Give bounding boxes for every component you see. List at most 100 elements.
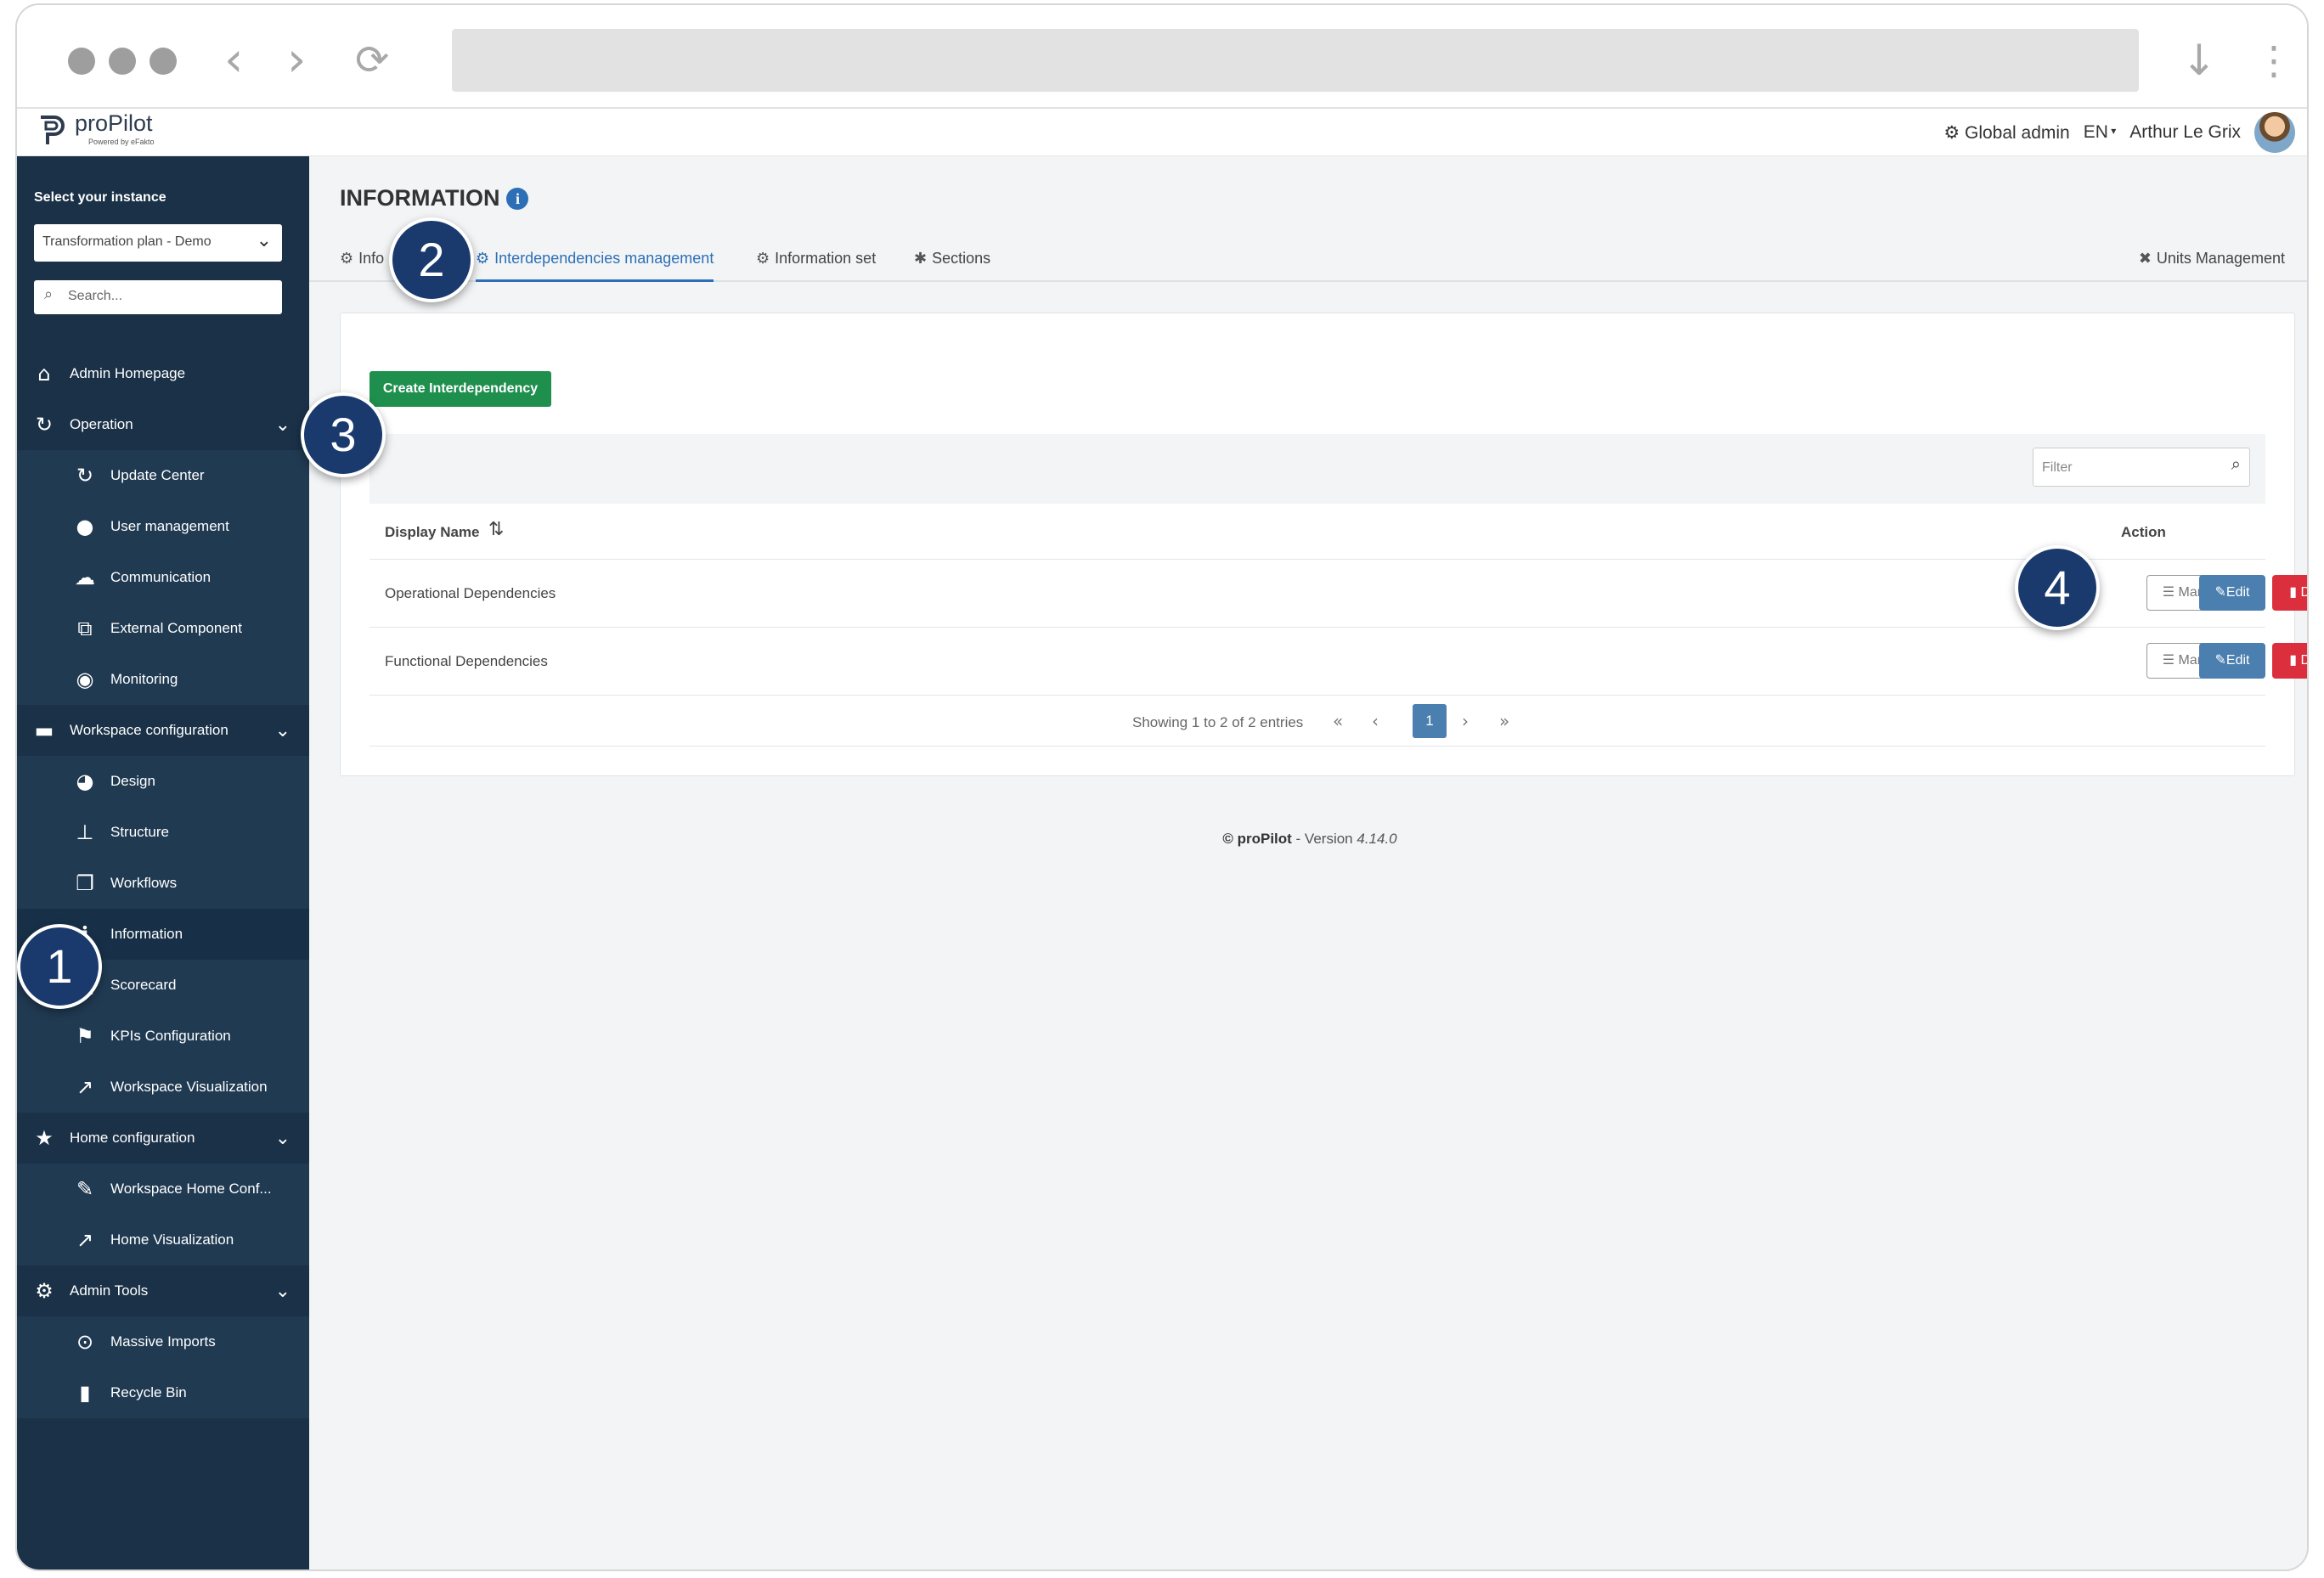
tab-label: Units Management (2156, 250, 2285, 267)
edit-button[interactable]: ✎Edit (2199, 643, 2265, 679)
page-number-current[interactable]: 1 (1413, 704, 1447, 738)
instance-title: Select your instance (34, 190, 166, 205)
page-title-text: INFORMATION (340, 185, 500, 211)
sidebar-item-monitoring[interactable]: ◉ Monitoring (17, 654, 309, 705)
sidebar-item-kpis-configuration[interactable]: ⚑ KPIs Configuration (17, 1011, 309, 1062)
column-header-display-name[interactable]: Display Name (385, 524, 480, 541)
address-bar[interactable] (452, 29, 2139, 92)
back-icon[interactable]: ‹ (224, 31, 243, 90)
download-icon[interactable]: ↓ (2181, 31, 2217, 90)
delete-button[interactable]: ▮ Delete (2272, 575, 2307, 611)
sidebar-item-label: Workspace Home Conf... (110, 1181, 272, 1197)
line-chart-icon: ↗ (76, 1228, 94, 1252)
sidebar-search-input[interactable]: ⌕ Search... (34, 280, 282, 314)
browser-toolbar: ‹ › ⟳ ↓ ⋮ (17, 5, 2307, 109)
sidebar-item-workspace-home-conf[interactable]: ✎ Workspace Home Conf... (17, 1164, 309, 1214)
edit-button[interactable]: ✎Edit (2199, 575, 2265, 611)
table-row: Functional Dependencies ☰ Manage ✎Edit ▮… (369, 628, 2307, 696)
puzzle-icon: ✱ (914, 250, 928, 268)
sidebar-item-recycle-bin[interactable]: ▮ Recycle Bin (17, 1367, 309, 1418)
window-control-dot[interactable] (109, 48, 136, 75)
window-control-dot[interactable] (68, 48, 95, 75)
first-page-icon[interactable]: « (1333, 711, 1343, 731)
sidebar-item-user-management[interactable]: ● User management (17, 501, 309, 552)
sidebar-item-structure[interactable]: ⊥ Structure (17, 807, 309, 858)
chevron-down-icon: ⌄ (256, 229, 272, 251)
info-icon[interactable]: i (506, 188, 529, 210)
tab-interdependencies-management[interactable]: ⚙ Interdependencies management (476, 240, 714, 282)
sidebar-item-design[interactable]: ◕ Design (17, 756, 309, 807)
app-name[interactable]: proPilot (75, 110, 153, 137)
trash-icon: ▮ (79, 1381, 91, 1405)
window-control-dot[interactable] (149, 48, 177, 75)
pagination: Showing 1 to 2 of 2 entries « ‹ 1 › » (369, 696, 2265, 747)
chat-icon: ☁ (75, 566, 95, 589)
line-chart-icon: ↗ (76, 1075, 94, 1099)
sidebar-item-label: Home Visualization (110, 1231, 234, 1248)
sidebar-item-label: Workspace Visualization (110, 1079, 268, 1095)
last-page-icon[interactable]: » (1499, 711, 1509, 731)
callout-badge: 4 (2015, 545, 2100, 630)
home-icon: ⌂ (37, 362, 51, 386)
sitemap-icon: ⊥ (76, 820, 94, 844)
refresh-icon: ↻ (76, 464, 94, 487)
row-display-name: Functional Dependencies (385, 653, 548, 669)
sidebar-item-workspace-visualization[interactable]: ↗ Workspace Visualization (17, 1062, 309, 1113)
sidebar-item-massive-imports[interactable]: ⊙ Massive Imports (17, 1316, 309, 1367)
table-toolbar: Filter ⌕ (369, 434, 2265, 504)
avatar[interactable] (2254, 112, 2295, 153)
role-label: Global admin (1965, 122, 2070, 143)
sidebar-item-operation[interactable]: ↻ Operation ⌄ (17, 399, 309, 450)
column-header-action: Action (2121, 524, 2166, 540)
forward-icon[interactable]: › (287, 31, 306, 90)
table-row: Operational Dependencies ☰ Manage ✎Edit … (369, 560, 2307, 628)
user-name[interactable]: Arthur Le Grix (2129, 122, 2241, 143)
gear-icon: ⚙ (476, 250, 490, 268)
chevron-down-icon: ⌄ (274, 1280, 290, 1302)
sidebar-item-update-center[interactable]: ↻ Update Center (17, 450, 309, 501)
pencil-icon: ✎ (2214, 585, 2226, 600)
sidebar-item-home-visualization[interactable]: ↗ Home Visualization (17, 1214, 309, 1265)
refresh-icon: ↻ (35, 413, 54, 437)
chevron-down-icon: ⌄ (274, 414, 290, 436)
sidebar-item-workflows[interactable]: ❐ Workflows (17, 858, 309, 909)
delete-button[interactable]: ▮ Delete (2272, 643, 2307, 679)
search-icon: ⌕ (2231, 455, 2241, 474)
menu-kebab-icon[interactable]: ⋮ (2254, 31, 2293, 90)
app-header: proPilot Powered by eFakto ⚙ Global admi… (17, 109, 2307, 156)
create-interdependency-button[interactable]: Create Interdependency (369, 371, 551, 407)
sidebar-item-label: Workspace configuration (70, 722, 228, 738)
next-page-icon[interactable]: › (1462, 711, 1469, 731)
reload-icon[interactable]: ⟳ (355, 31, 389, 90)
tools-icon: ✖ (2138, 250, 2152, 268)
sidebar-item-admin-homepage[interactable]: ⌂ Admin Homepage (17, 348, 309, 399)
previous-page-icon[interactable]: ‹ (1372, 711, 1379, 731)
tab-info[interactable]: ⚙ Info (340, 240, 384, 282)
sidebar-item-label: Home configuration (70, 1130, 195, 1146)
filter-input[interactable]: Filter ⌕ (2033, 448, 2250, 487)
tab-information-set[interactable]: ⚙ Information set (756, 240, 876, 282)
gear-icon: ⚙ (35, 1279, 54, 1303)
sidebar-item-workspace-configuration[interactable]: ▬ Workspace configuration ⌄ (17, 705, 309, 756)
tab-units-management[interactable]: ✖ Units Management (2139, 240, 2285, 282)
sidebar-item-external-component[interactable]: ⧉ External Component (17, 603, 309, 654)
sort-icon[interactable]: ⇅ (488, 519, 504, 540)
sidebar-item-label: Workflows (110, 875, 178, 891)
sidebar-item-label: Massive Imports (110, 1333, 216, 1350)
gear-icon: ⚙ (340, 250, 354, 268)
folder-icon: ▬ (34, 719, 54, 742)
tab-sections[interactable]: ✱ Sections (914, 240, 990, 282)
sidebar-item-label: Admin Homepage (70, 365, 186, 381)
sidebar-item-label: KPIs Configuration (110, 1028, 231, 1044)
sidebar-item-admin-tools[interactable]: ⚙ Admin Tools ⌄ (17, 1265, 309, 1316)
tab-label: Interdependencies management (494, 250, 714, 267)
row-display-name: Operational Dependencies (385, 585, 556, 601)
language-selector[interactable]: EN ▾ (2084, 122, 2117, 143)
role-menu[interactable]: ⚙ Global admin (1943, 122, 2069, 144)
sidebar-item-home-configuration[interactable]: ★ Home configuration ⌄ (17, 1113, 309, 1164)
sidebar-item-communication[interactable]: ☁ Communication (17, 552, 309, 603)
trash-icon: ▮ (2289, 653, 2301, 668)
tab-bar: ⚙ Info ⚙ Interdependencies management ⚙ Inf… (309, 240, 2307, 282)
sidebar-item-label: Design (110, 773, 155, 789)
instance-select[interactable]: Transformation plan - Demo ⌄ (34, 224, 282, 262)
